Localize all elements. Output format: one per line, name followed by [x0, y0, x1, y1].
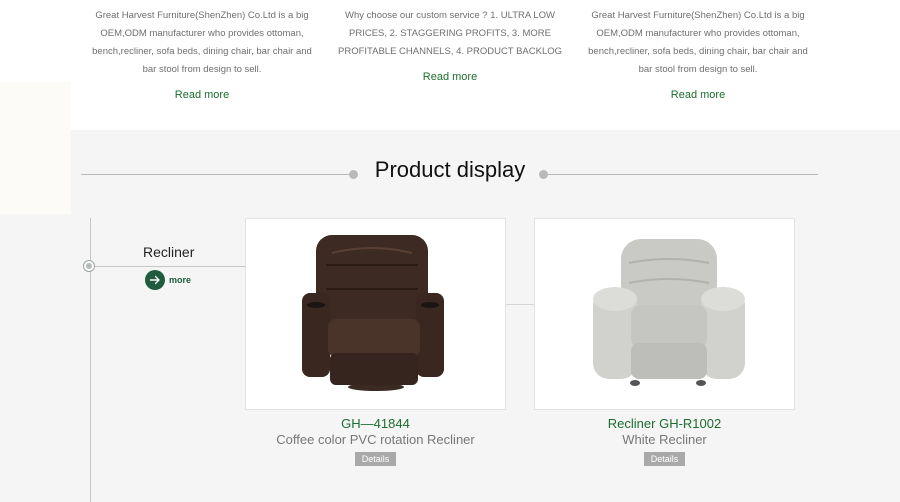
left-decor-block: [0, 82, 71, 214]
product-card-image[interactable]: [245, 218, 506, 410]
product-name: Coffee color PVC rotation Recliner: [276, 432, 475, 447]
more-label: more: [169, 275, 192, 285]
more-button[interactable]: more: [145, 270, 191, 290]
product-info: Recliner GH-R1002 White Recliner Details: [534, 416, 795, 467]
intro-column-3: Great Harvest Furniture(ShenZhen) Co.Ltd…: [586, 0, 810, 101]
product-connector: [506, 304, 534, 305]
product-code[interactable]: Recliner GH-R1002: [534, 416, 795, 432]
intro-text: Why choose our custom service ? 1. ULTRA…: [338, 10, 563, 57]
intro-text: Great Harvest Furniture(ShenZhen) Co.Ltd…: [588, 10, 808, 75]
intro-column-1: Great Harvest Furniture(ShenZhen) Co.Ltd…: [90, 0, 314, 101]
product-info: GH—41844 Coffee color PVC rotation Recli…: [245, 416, 506, 467]
read-more-link[interactable]: Read more: [90, 89, 314, 101]
intro-column-2: Why choose our custom service ? 1. ULTRA…: [338, 0, 562, 83]
details-button[interactable]: Details: [354, 452, 397, 466]
category-title: Recliner: [143, 244, 195, 260]
section-title: Product display: [374, 157, 526, 182]
title-divider-right: [547, 174, 818, 175]
product-name: White Recliner: [622, 432, 707, 447]
product-card-image[interactable]: [534, 218, 795, 410]
brown-recliner-image: [302, 235, 444, 391]
details-button[interactable]: Details: [643, 452, 686, 466]
product-code[interactable]: GH—41844: [245, 416, 506, 432]
arrow-right-icon: [145, 270, 165, 290]
read-more-link[interactable]: Read more: [586, 89, 810, 101]
timeline-node: [83, 260, 95, 272]
intro-text: Great Harvest Furniture(ShenZhen) Co.Ltd…: [92, 10, 312, 75]
read-more-link[interactable]: Read more: [338, 71, 562, 83]
white-recliner-image: [593, 239, 745, 386]
timeline-connector: [95, 266, 247, 267]
